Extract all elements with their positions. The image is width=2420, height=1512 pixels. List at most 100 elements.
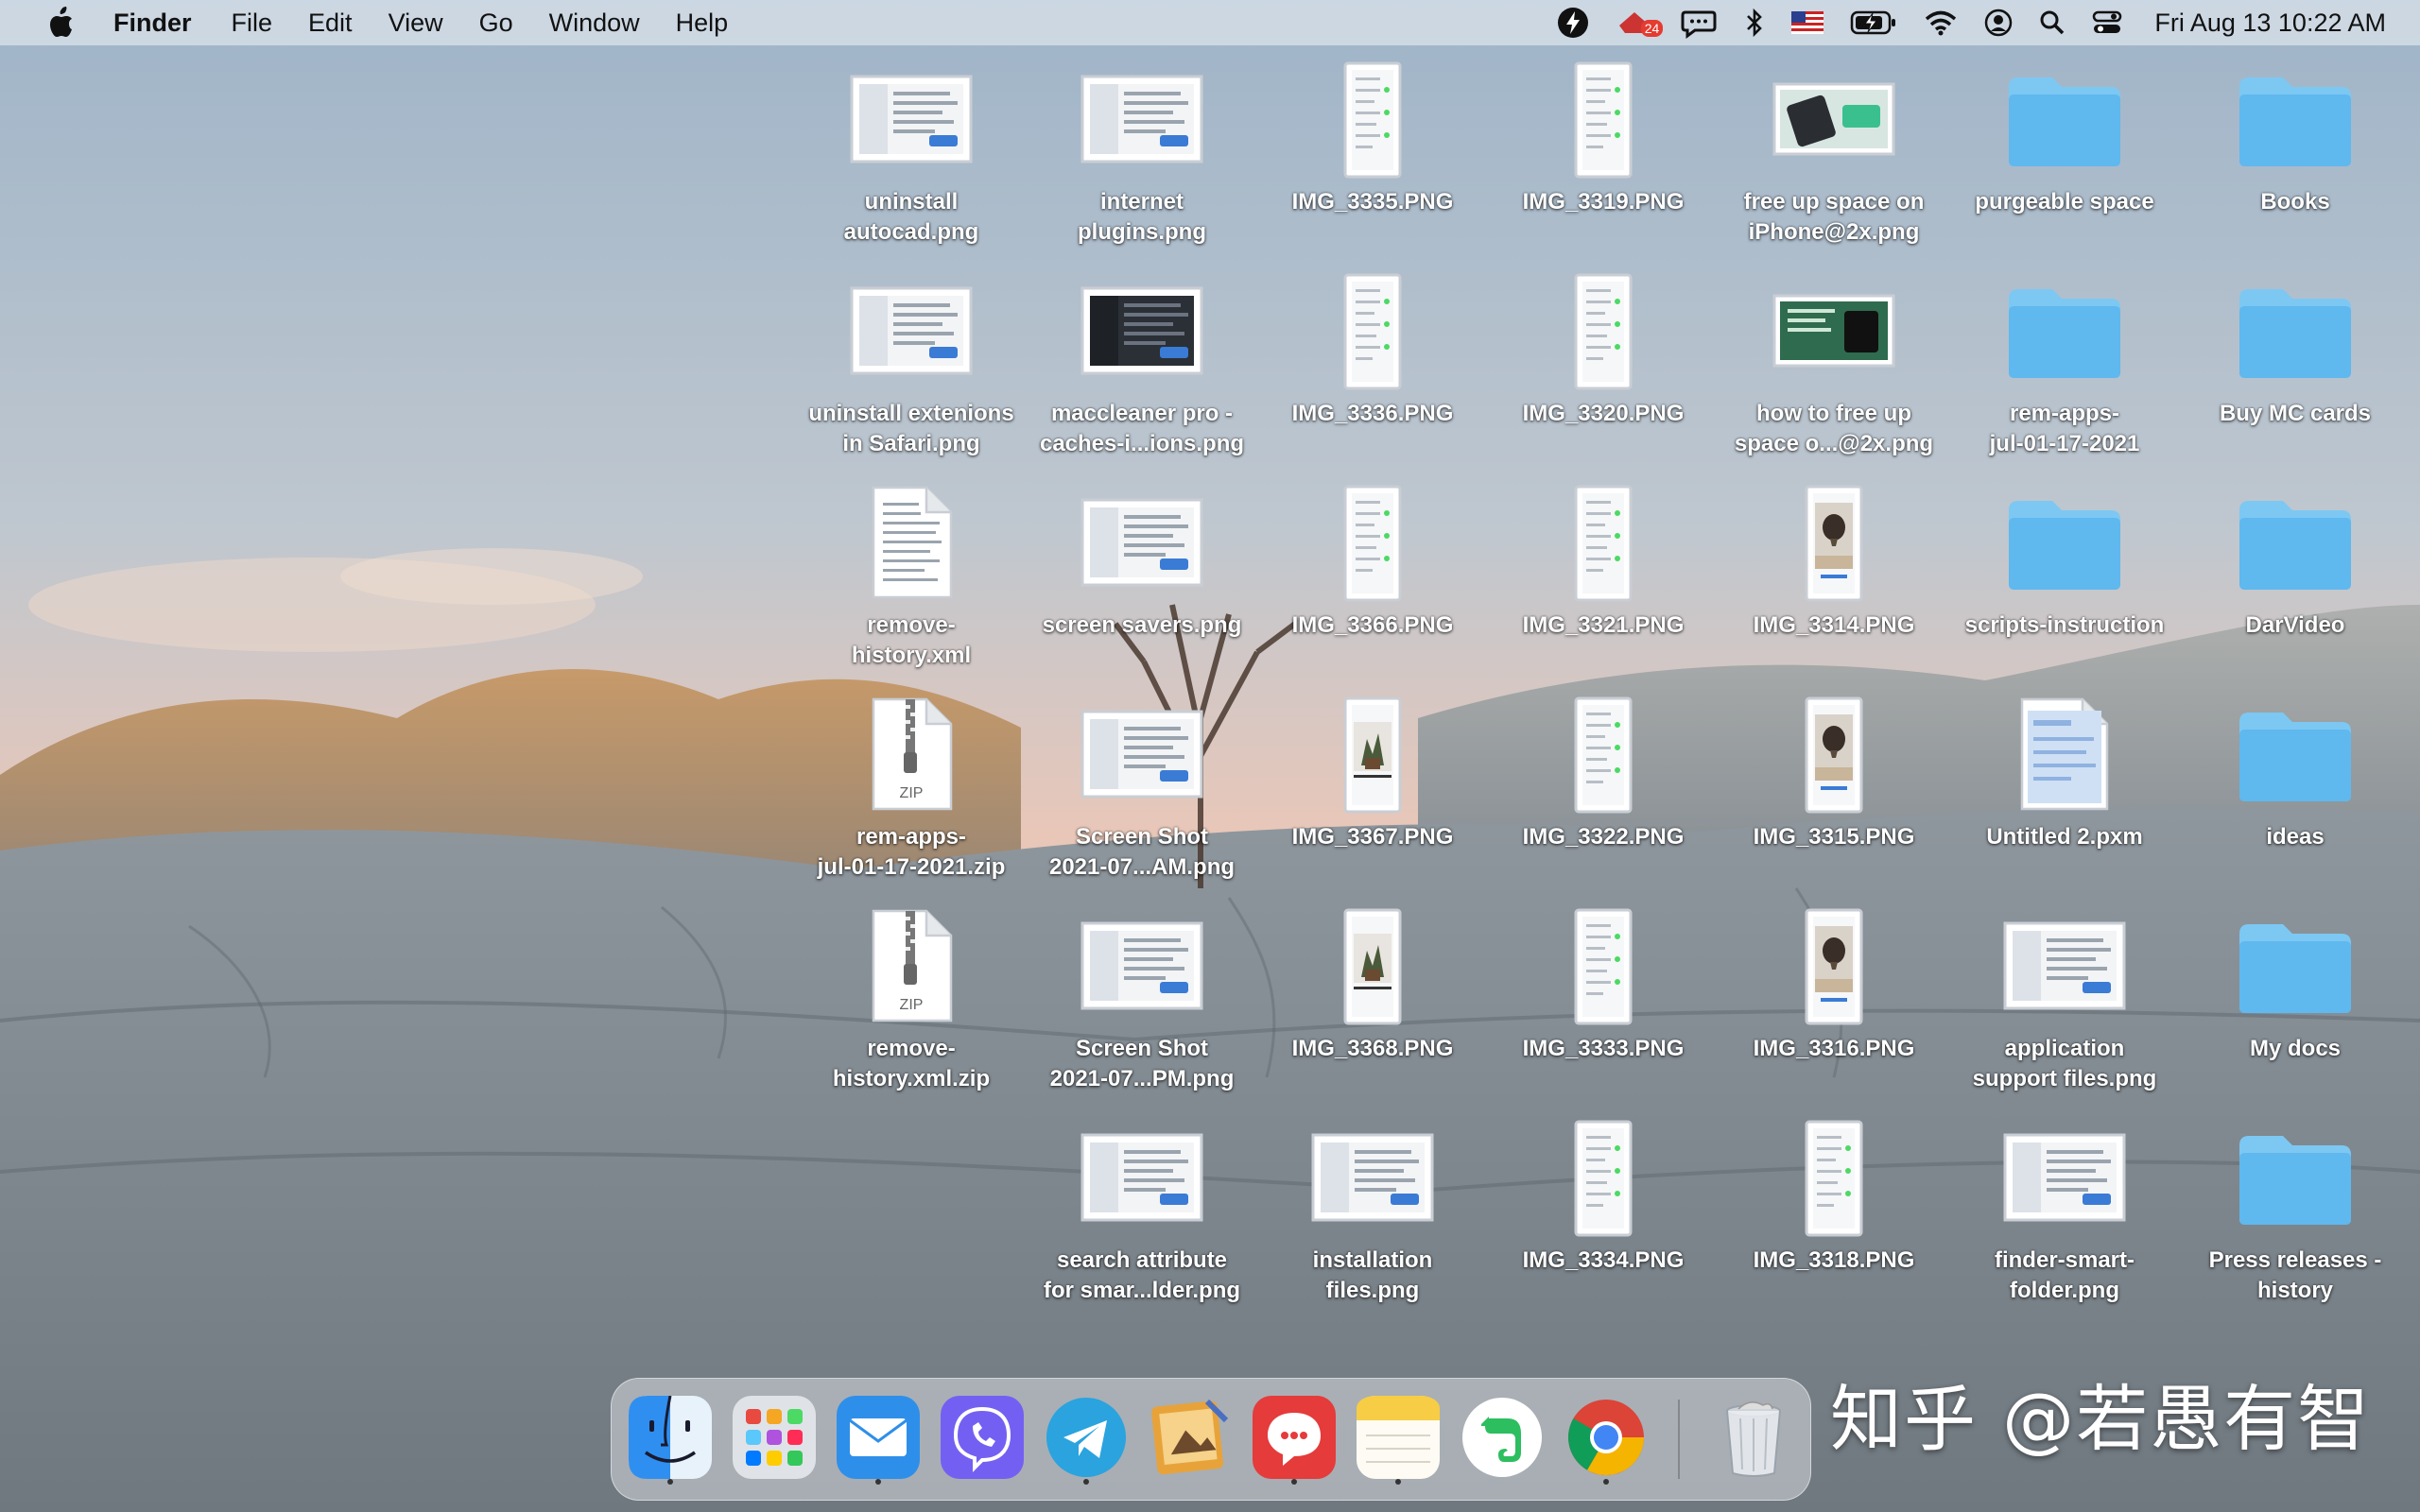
dock-evernote-icon[interactable] xyxy=(1457,1392,1547,1483)
dock-launchpad-icon[interactable] xyxy=(729,1392,820,1483)
desktop-item-screenshot[interactable]: screen savers.png xyxy=(1028,482,1255,694)
desktop-item-label: scripts-instruction xyxy=(1964,612,2165,638)
desktop-item-folder[interactable]: ideas xyxy=(2182,694,2409,905)
desktop-item-label: Buy MC cards xyxy=(2219,401,2372,426)
dock-notes-icon[interactable] xyxy=(1353,1392,1443,1485)
user-icon[interactable] xyxy=(1984,9,2013,37)
file-icon xyxy=(1071,59,1213,181)
desktop-item-phone[interactable]: IMG_3322.PNG xyxy=(1490,694,1717,905)
desktop-item-screenshot[interactable]: Screen Shot 2021-07...PM.png xyxy=(1028,905,1255,1117)
desktop-item-folder[interactable]: Books xyxy=(2182,59,2409,270)
desktop-item-phone-balloon[interactable]: IMG_3316.PNG xyxy=(1720,905,1947,1117)
app-badge-icon[interactable]: 24 xyxy=(1616,7,1664,39)
desktop-item-phone[interactable]: IMG_3320.PNG xyxy=(1490,270,1717,482)
desktop-item-phone[interactable]: IMG_3321.PNG xyxy=(1490,482,1717,694)
desktop-item-phone[interactable]: IMG_3335.PNG xyxy=(1259,59,1486,270)
desktop-item-folder[interactable]: DarVideo xyxy=(2182,482,2409,694)
menu-finder[interactable]: Finder xyxy=(113,9,192,38)
menu-window[interactable]: Window xyxy=(549,9,640,38)
dock-finder-icon[interactable] xyxy=(625,1392,716,1485)
folder-icon xyxy=(2224,905,2366,1028)
menu-help[interactable]: Help xyxy=(676,9,729,38)
desktop-item-phone[interactable]: IMG_3318.PNG xyxy=(1720,1117,1947,1329)
wifi-icon[interactable] xyxy=(1924,9,1958,37)
desktop-item-screenshot[interactable]: Screen Shot 2021-07...AM.png xyxy=(1028,694,1255,905)
apple-menu-icon[interactable] xyxy=(36,7,85,39)
desktop-item-label: rem-apps- jul-01-17-2021 xyxy=(1989,401,2140,456)
desktop-item-folder[interactable]: Buy MC cards xyxy=(2182,270,2409,482)
desktop-item-label: maccleaner pro - caches-i...ions.png xyxy=(1039,401,1245,456)
file-icon xyxy=(1532,270,1674,393)
chat-icon[interactable] xyxy=(1680,7,1718,39)
desktop-item-phone[interactable]: IMG_3334.PNG xyxy=(1490,1117,1717,1329)
us-flag-icon[interactable] xyxy=(1791,11,1824,34)
desktop-item-banner[interactable]: free up space on iPhone@2x.png xyxy=(1720,59,1947,270)
file-icon xyxy=(1532,1117,1674,1240)
menu-bar-clock[interactable]: Fri Aug 13 10:22 AM xyxy=(2154,9,2386,38)
dock-chrome-icon[interactable] xyxy=(1561,1392,1651,1485)
desktop-item-pxm[interactable]: Untitled 2.pxm xyxy=(1951,694,2178,905)
desktop-item-phone[interactable]: IMG_3336.PNG xyxy=(1259,270,1486,482)
desktop-item-screenshot[interactable]: finder-smart- folder.png xyxy=(1951,1117,2178,1329)
file-icon xyxy=(840,270,982,393)
desktop-item-label: IMG_3367.PNG xyxy=(1291,824,1454,850)
dock-speech-bubble-app-icon[interactable] xyxy=(1249,1392,1340,1485)
file-icon xyxy=(1071,694,1213,816)
desktop-item-screenshot[interactable]: internet plugins.png xyxy=(1028,59,1255,270)
desktop-item-folder[interactable]: scripts-instruction xyxy=(1951,482,2178,694)
file-icon xyxy=(1302,694,1443,816)
file-icon xyxy=(840,482,982,605)
desktop-item-label: IMG_3366.PNG xyxy=(1291,612,1454,638)
dock-mail-icon[interactable] xyxy=(833,1392,924,1485)
desktop-item-screenshot[interactable]: installation files.png xyxy=(1259,1117,1486,1329)
battery-icon[interactable] xyxy=(1850,9,1897,36)
folder-icon xyxy=(2224,482,2366,605)
desktop-item-phone-balloon[interactable]: IMG_3315.PNG xyxy=(1720,694,1947,905)
desktop-item-label: IMG_3316.PNG xyxy=(1753,1036,1915,1061)
desktop-item-label: My docs xyxy=(2249,1036,2342,1061)
dock-trash-icon[interactable] xyxy=(1708,1392,1799,1483)
desktop-item-label: Screen Shot 2021-07...AM.png xyxy=(1048,824,1236,880)
desktop-item-label: internet plugins.png xyxy=(1078,189,1206,245)
file-icon xyxy=(1302,905,1443,1028)
desktop-item-screenshot[interactable]: uninstall autocad.png xyxy=(798,59,1025,270)
desktop-item-screenshot-dark[interactable]: maccleaner pro - caches-i...ions.png xyxy=(1028,270,1255,482)
menu-file[interactable]: File xyxy=(232,9,273,38)
dock-telegram-icon[interactable] xyxy=(1041,1392,1132,1485)
folder-icon xyxy=(2224,694,2366,816)
desktop-item-phone-balloon[interactable]: IMG_3314.PNG xyxy=(1720,482,1947,694)
desktop-item-phone[interactable]: IMG_3319.PNG xyxy=(1490,59,1717,270)
menu-edit[interactable]: Edit xyxy=(308,9,353,38)
search-icon[interactable] xyxy=(2039,9,2066,37)
desktop-item-folder[interactable]: purgeable space xyxy=(1951,59,2178,270)
desktop-item-phone[interactable]: IMG_3333.PNG xyxy=(1490,905,1717,1117)
desktop-item-folder[interactable]: rem-apps- jul-01-17-2021 xyxy=(1951,270,2178,482)
dock-separator xyxy=(1678,1400,1680,1479)
lightning-icon[interactable] xyxy=(1557,7,1589,39)
file-icon: ZIP xyxy=(840,905,982,1028)
desktop-item-phone-photo[interactable]: IMG_3367.PNG xyxy=(1259,694,1486,905)
desktop-item-label: remove- history.xml xyxy=(851,612,972,668)
file-icon xyxy=(1071,905,1213,1028)
desktop-item-screenshot[interactable]: search attribute for smar...lder.png xyxy=(1028,1117,1255,1329)
desktop-item-label: how to free up space o...@2x.png xyxy=(1734,401,1934,456)
desktop-item-banner-green[interactable]: how to free up space o...@2x.png xyxy=(1720,270,1947,482)
bluetooth-icon[interactable] xyxy=(1744,7,1765,39)
desktop-item-label: IMG_3320.PNG xyxy=(1522,401,1685,426)
file-icon xyxy=(1763,1117,1905,1240)
desktop-item-folder[interactable]: Press releases - history xyxy=(2182,1117,2409,1329)
menu-go[interactable]: Go xyxy=(479,9,513,38)
dock-preview-icon[interactable] xyxy=(1145,1392,1236,1483)
menu-view[interactable]: View xyxy=(389,9,443,38)
desktop-item-zip[interactable]: ZIP rem-apps- jul-01-17-2021.zip xyxy=(798,694,1025,905)
desktop-item-document[interactable]: remove- history.xml xyxy=(798,482,1025,694)
control-center-icon[interactable] xyxy=(2092,9,2122,36)
desktop-item-folder[interactable]: My docs xyxy=(2182,905,2409,1117)
desktop-item-phone[interactable]: IMG_3366.PNG xyxy=(1259,482,1486,694)
folder-icon xyxy=(1994,270,2135,393)
desktop-item-phone-photo[interactable]: IMG_3368.PNG xyxy=(1259,905,1486,1117)
desktop-item-screenshot[interactable]: uninstall extenions in Safari.png xyxy=(798,270,1025,482)
desktop-item-zip[interactable]: ZIP remove- history.xml.zip xyxy=(798,905,1025,1117)
desktop-item-screenshot[interactable]: application support files.png xyxy=(1951,905,2178,1117)
dock-viber-icon[interactable] xyxy=(937,1392,1028,1483)
